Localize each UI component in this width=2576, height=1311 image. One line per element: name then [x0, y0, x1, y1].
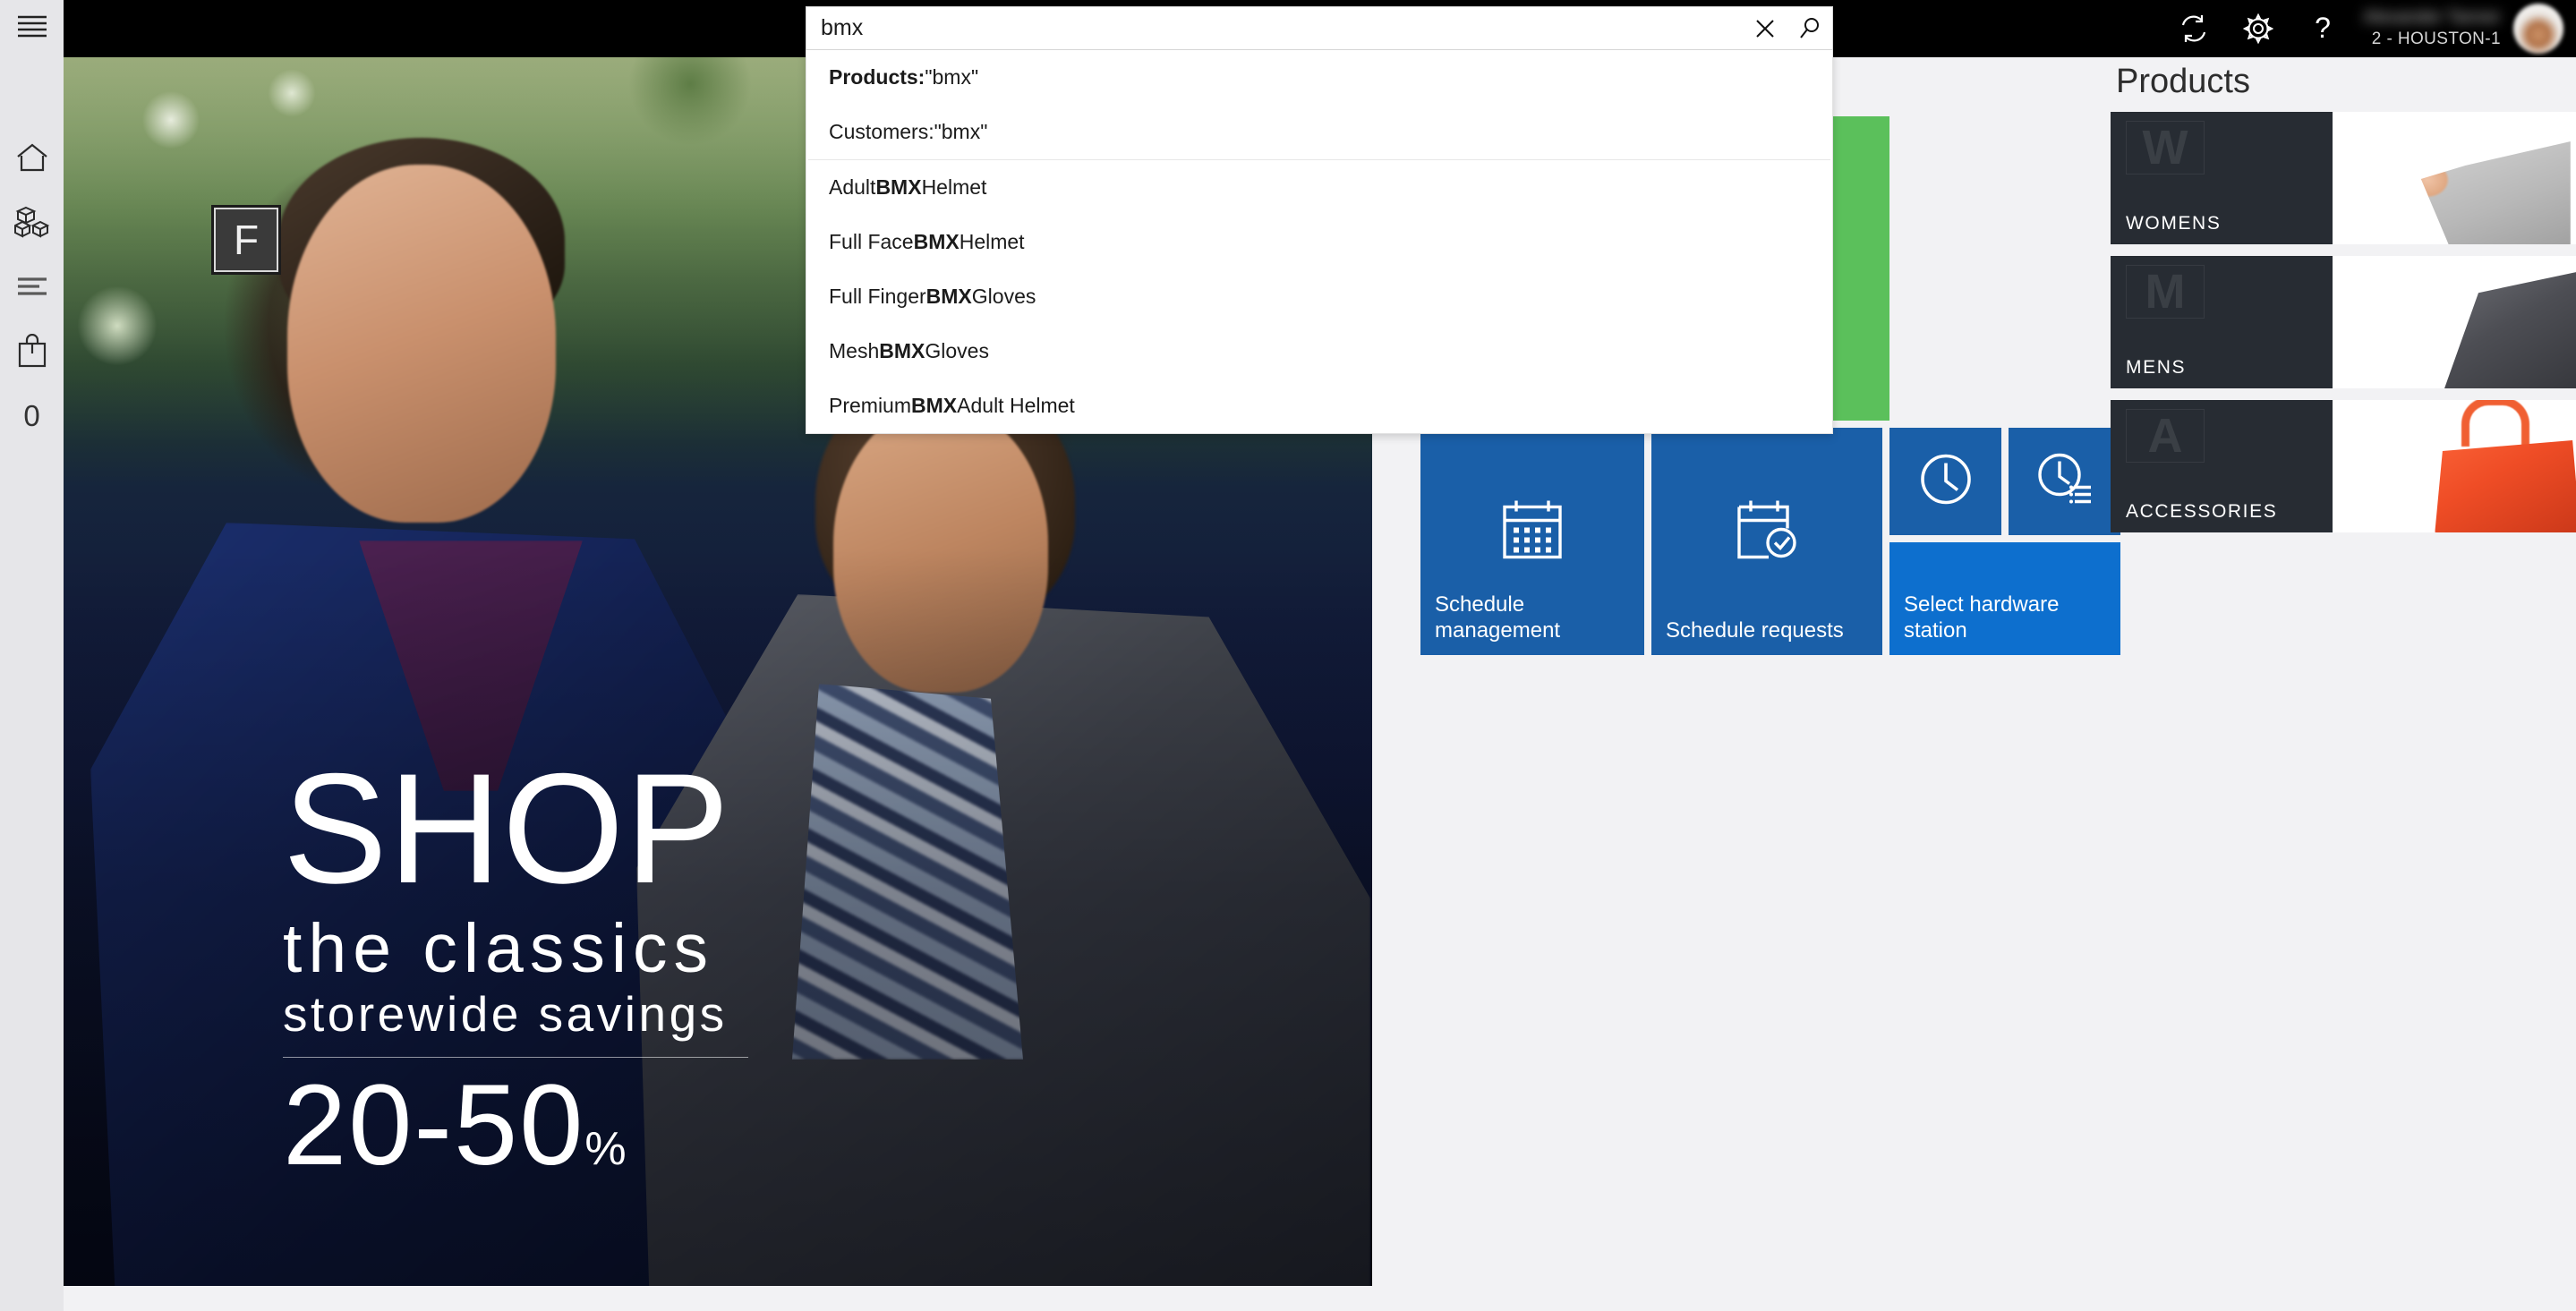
hero-tagline: storewide savings [283, 986, 728, 1043]
clear-icon[interactable] [1743, 6, 1787, 50]
products-title: Products [2116, 63, 2250, 100]
shopping-bag-icon[interactable] [0, 319, 64, 383]
search-icon[interactable] [1787, 6, 1832, 50]
product-category-tile[interactable]: M MENS [2111, 256, 2333, 388]
accessories-photo [2333, 400, 2576, 532]
gear-icon[interactable] [2226, 0, 2290, 57]
tile-select-hardware-station[interactable]: Select hardware station [1889, 542, 2120, 655]
tile-label: Schedule requests [1666, 617, 1844, 643]
pos-app: 0 ? Alexander Tanner 2 - HOUSTON-1 F SHO… [0, 0, 2576, 1311]
calendar-check-icon [1733, 496, 1801, 568]
suggestion-product[interactable]: Adult BMX Helmet [806, 160, 1832, 215]
tile-schedule-requests[interactable]: Schedule requests [1651, 428, 1882, 655]
hero-divider [283, 1057, 748, 1058]
hero-headline: SHOP [283, 742, 730, 917]
svg-text:?: ? [2315, 13, 2331, 44]
hero-discount-unit: % [584, 1123, 627, 1175]
tile-time-clock-entries[interactable] [2009, 428, 2120, 535]
search-area: Products: "bmx"Customers: "bmx"Adult BMX… [806, 6, 1833, 434]
list-lines-icon[interactable] [0, 254, 64, 319]
suggestion-scope[interactable]: Customers: "bmx" [806, 105, 1832, 159]
products-list: W WOMENS M MENS A ACCESSORIES [2111, 112, 2576, 532]
user-info[interactable]: Alexander Tanner 2 - HOUSTON-1 [2355, 0, 2513, 57]
hero-subhead: the classics [283, 910, 714, 988]
help-icon[interactable]: ? [2290, 0, 2355, 57]
cart-count: 0 [0, 383, 64, 447]
user-name: Alexander Tanner [2363, 7, 2501, 27]
products-panel: Products W WOMENS M MENS A ACCESSORIES [2111, 63, 2576, 544]
home-icon[interactable] [0, 125, 64, 190]
category-label: ACCESSORIES [2126, 501, 2278, 522]
womens-photo [2333, 112, 2576, 244]
calendar-grid-icon [1498, 496, 1566, 568]
hero-discount-range: 20-50 [283, 1061, 585, 1189]
category-label: MENS [2126, 357, 2187, 378]
cart-count-value: 0 [23, 398, 40, 432]
products-cubes-icon[interactable] [0, 190, 64, 254]
tile-time-clock[interactable] [1889, 428, 2001, 535]
search-box[interactable] [806, 6, 1833, 50]
category-label: WOMENS [2126, 213, 2222, 234]
hero-discount: 20-50% [283, 1068, 748, 1183]
left-rail: 0 [0, 0, 64, 1311]
refresh-icon[interactable] [2162, 0, 2226, 57]
product-category-row[interactable]: W WOMENS [2111, 112, 2576, 244]
suggestion-product[interactable]: Full Finger BMX Gloves [806, 269, 1832, 324]
category-initial: M [2126, 265, 2205, 319]
product-category-row[interactable]: M MENS [2111, 256, 2576, 388]
tile-schedule-management[interactable]: Schedule management [1420, 428, 1644, 655]
tile-label: Select hardware station [1904, 592, 2060, 643]
suggestion-scope[interactable]: Products: "bmx" [806, 50, 1832, 105]
clock-icon [1918, 452, 1974, 512]
hero-copy: SHOP the classics storewide savings 20-5… [283, 742, 748, 1183]
search-input[interactable] [806, 7, 1743, 49]
avatar[interactable] [2513, 4, 2563, 54]
tile-label: Schedule management [1435, 592, 1561, 643]
search-suggestions: Products: "bmx" Customers: "bmx" Adult BMX… [806, 50, 1833, 434]
suggestion-product[interactable]: Mesh BMX Gloves [806, 324, 1832, 379]
hamburger-icon[interactable] [0, 0, 64, 52]
product-category-row[interactable]: A ACCESSORIES [2111, 400, 2576, 532]
product-category-tile[interactable]: A ACCESSORIES [2111, 400, 2333, 532]
category-initial: W [2126, 121, 2205, 175]
top-bar-actions: ? Alexander Tanner 2 - HOUSTON-1 [2162, 0, 2576, 57]
category-initial: A [2126, 409, 2205, 463]
brand-badge: F [211, 205, 281, 275]
suggestion-product[interactable]: Premium BMX Adult Helmet [806, 379, 1832, 433]
clock-list-icon [2035, 452, 2094, 512]
user-store: 2 - HOUSTON-1 [2371, 29, 2501, 48]
product-category-tile[interactable]: W WOMENS [2111, 112, 2333, 244]
mens-photo [2333, 256, 2576, 388]
suggestion-product[interactable]: Full Face BMX Helmet [806, 215, 1832, 269]
